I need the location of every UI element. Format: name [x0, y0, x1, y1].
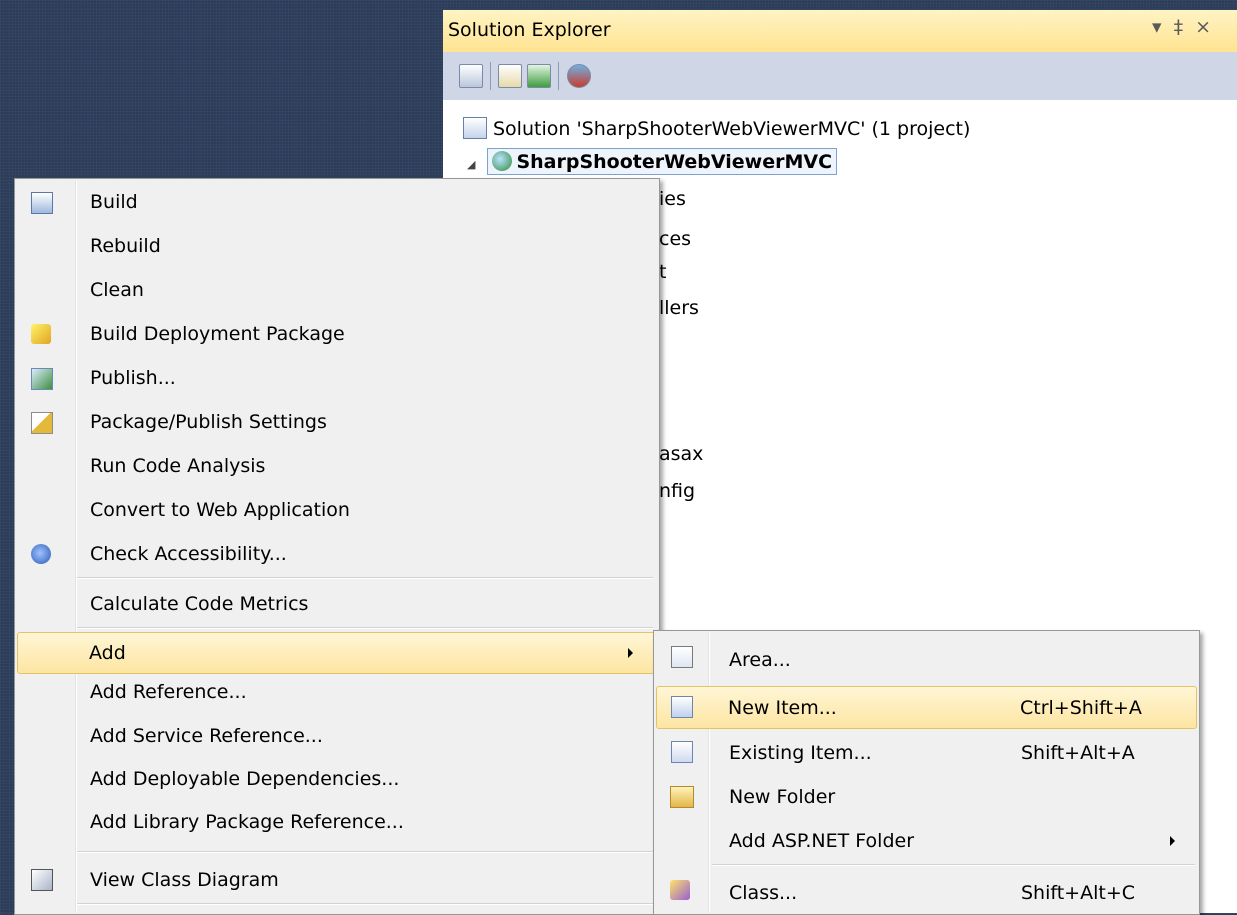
tree-item-partial[interactable]: ies	[659, 188, 686, 210]
tree-item-partial[interactable]: ces	[659, 228, 691, 250]
package-icon	[31, 324, 51, 344]
existing-item-icon	[671, 741, 693, 763]
tree-item-partial[interactable]: asax	[659, 443, 703, 465]
toolbar-separator	[490, 62, 491, 90]
submenu-item-add-aspnet-folder[interactable]: Add ASP.NET Folder	[656, 820, 1197, 862]
submenu-arrow-icon	[628, 648, 633, 658]
tree-item-partial[interactable]: llers	[659, 297, 699, 319]
package-settings-icon	[31, 412, 53, 434]
pin-icon[interactable]: ‡	[1174, 16, 1184, 38]
menu-item-publish[interactable]: Publish...	[17, 357, 657, 399]
web-project-icon	[492, 151, 513, 171]
project-label: SharpShooterWebViewerMVC	[516, 151, 833, 173]
toolbar-separator	[558, 62, 559, 90]
project-node[interactable]: ◢ SharpShooterWebViewerMVC	[467, 148, 838, 175]
new-item-icon	[671, 696, 693, 718]
refresh-icon[interactable]	[527, 64, 551, 88]
menu-item-label: Check Accessibility...	[90, 543, 287, 565]
submenu-item-new-folder[interactable]: New Folder	[656, 776, 1197, 818]
menu-item-label: Package/Publish Settings	[90, 411, 327, 433]
area-icon	[671, 646, 693, 668]
menu-item-label: Add	[89, 642, 126, 664]
submenu-item-label: New Item...	[728, 697, 837, 719]
menu-separator	[77, 851, 653, 853]
close-icon[interactable]: ×	[1195, 16, 1211, 38]
menu-item-label: Clean	[90, 279, 144, 301]
menu-item-label: Rebuild	[90, 235, 161, 257]
project-context-menu: Build Rebuild Clean Build Deployment Pac…	[14, 178, 660, 915]
submenu-item-label: Add ASP.NET Folder	[729, 830, 914, 852]
menu-item-add-library-package-reference[interactable]: Add Library Package Reference...	[17, 807, 657, 849]
menu-item-rebuild[interactable]: Rebuild	[17, 225, 657, 267]
shortcut-label: Shift+Alt+A	[1021, 742, 1135, 764]
class-icon	[670, 880, 690, 900]
tree-item-partial[interactable]: nfig	[659, 480, 695, 502]
menu-item-add-reference[interactable]: Add Reference...	[17, 675, 657, 717]
properties-icon[interactable]	[459, 64, 483, 88]
menu-item-check-accessibility[interactable]: Check Accessibility...	[17, 533, 657, 575]
menu-item-label: Add Reference...	[90, 681, 247, 703]
menu-item-label: View Class Diagram	[90, 869, 279, 891]
show-all-files-icon[interactable]	[498, 64, 522, 88]
submenu-arrow-icon	[1170, 836, 1175, 846]
menu-item-add-service-reference[interactable]: Add Service Reference...	[17, 719, 657, 761]
menu-item-view-class-diagram[interactable]: View Class Diagram	[17, 859, 657, 901]
menu-item-label: Run Code Analysis	[90, 455, 266, 477]
class-diagram-icon	[31, 869, 53, 891]
submenu-item-existing-item[interactable]: Existing Item... Shift+Alt+A	[656, 732, 1197, 774]
shortcut-label: Shift+Alt+C	[1021, 882, 1136, 904]
menu-separator	[77, 627, 653, 629]
menu-item-label: Add Deployable Dependencies...	[90, 768, 400, 790]
submenu-item-class[interactable]: Class... Shift+Alt+C	[656, 870, 1197, 912]
menu-item-calculate-code-metrics[interactable]: Calculate Code Metrics	[17, 583, 657, 625]
new-folder-icon	[670, 786, 694, 808]
publish-icon	[31, 368, 53, 390]
solution-node[interactable]: Solution 'SharpShooterWebViewerMVC' (1 p…	[463, 117, 970, 140]
dropdown-icon[interactable]: ▾	[1152, 16, 1162, 38]
view-class-diagram-icon[interactable]	[567, 64, 591, 88]
build-icon	[31, 192, 53, 214]
solution-explorer-title: Solution Explorer	[448, 19, 611, 41]
add-submenu: Area... New Item... Ctrl+Shift+A Existin…	[653, 630, 1200, 915]
menu-item-label: Calculate Code Metrics	[90, 593, 309, 615]
submenu-item-label: Existing Item...	[729, 742, 872, 764]
title-controls: ▾ ‡ ×	[1152, 16, 1217, 38]
menu-item-clean[interactable]: Clean	[17, 269, 657, 311]
menu-item-label: Add Library Package Reference...	[90, 811, 404, 833]
menu-item-add-deployable-dependencies[interactable]: Add Deployable Dependencies...	[17, 763, 657, 805]
menu-item-label: Convert to Web Application	[90, 499, 350, 521]
menu-separator	[77, 577, 653, 579]
submenu-item-new-item[interactable]: New Item... Ctrl+Shift+A	[656, 686, 1197, 729]
menu-item-package-publish-settings[interactable]: Package/Publish Settings	[17, 401, 657, 443]
menu-item-run-code-analysis[interactable]: Run Code Analysis	[17, 445, 657, 487]
solution-explorer-toolbar	[443, 52, 1237, 100]
menu-separator	[77, 903, 653, 905]
menu-item-label: Build Deployment Package	[90, 323, 345, 345]
solution-label: Solution 'SharpShooterWebViewerMVC' (1 p…	[493, 118, 971, 140]
menu-item-label: Publish...	[90, 367, 176, 389]
solution-explorer-title-bar: Solution Explorer ▾ ‡ ×	[443, 10, 1237, 52]
expand-arrow-icon[interactable]: ◢	[467, 158, 475, 171]
submenu-item-label: Class...	[729, 882, 798, 904]
shortcut-label: Ctrl+Shift+A	[1020, 697, 1142, 719]
submenu-item-label: Area...	[729, 649, 791, 671]
menu-separator	[712, 864, 1195, 866]
tree-item-partial[interactable]: t	[659, 261, 666, 283]
submenu-item-area[interactable]: Area...	[656, 635, 1197, 677]
menu-item-convert-to-web-application[interactable]: Convert to Web Application	[17, 489, 657, 531]
menu-item-add[interactable]: Add	[17, 632, 657, 674]
submenu-item-label: New Folder	[729, 786, 836, 808]
menu-item-label: Add Service Reference...	[90, 725, 323, 747]
solution-icon	[463, 117, 487, 139]
menu-item-build[interactable]: Build	[17, 181, 657, 223]
menu-item-label: Build	[90, 191, 138, 213]
menu-item-build-deployment-package[interactable]: Build Deployment Package	[17, 313, 657, 355]
accessibility-icon	[31, 544, 51, 564]
